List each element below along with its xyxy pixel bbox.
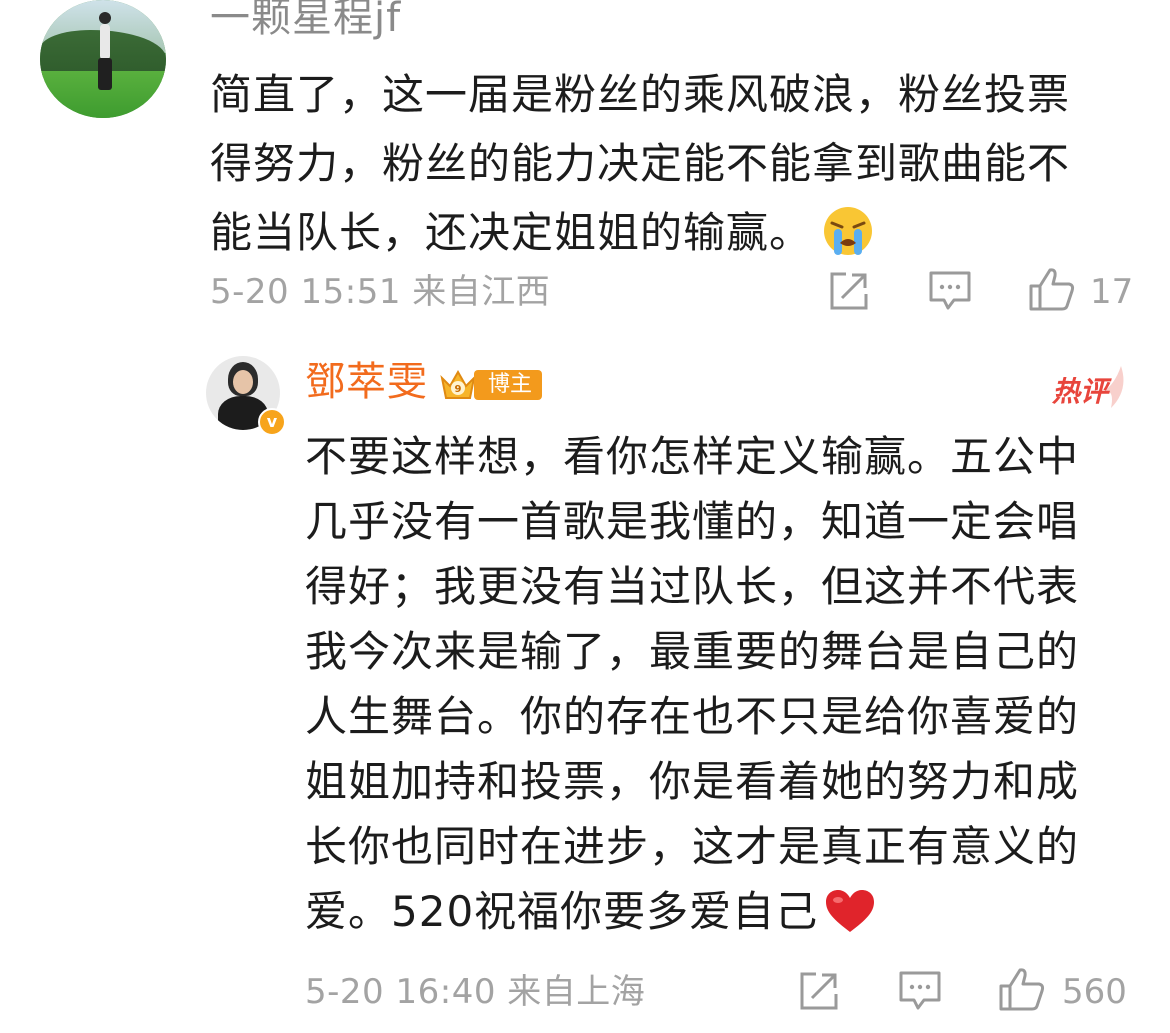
comment-line: 能当队长，还决定姐姐的输赢。 bbox=[210, 198, 1110, 267]
share-icon[interactable] bbox=[828, 270, 870, 312]
badge-label: 博主 bbox=[474, 370, 543, 400]
like-icon[interactable] bbox=[1028, 266, 1076, 312]
crying-face-emoji-icon bbox=[824, 207, 873, 255]
reply-text: 不要这样想，看你怎样定义输赢。五公中 几乎没有一首歌是我懂的，知道一定会唱 得好… bbox=[305, 424, 1125, 944]
svg-text:9: 9 bbox=[455, 384, 462, 395]
share-icon[interactable] bbox=[798, 970, 840, 1012]
crown-badge-icon: 9 bbox=[440, 369, 476, 399]
like-count: 17 bbox=[1090, 272, 1134, 312]
comment-icon[interactable] bbox=[898, 970, 942, 1012]
comment-line: 简直了，这一届是粉丝的乘风破浪，粉丝投票 bbox=[210, 70, 1071, 119]
reply-meta: 5-20 16:40 来自上海 bbox=[305, 972, 646, 1012]
reply-line: 姐姐加持和投票，你是看着她的努力和成 bbox=[305, 757, 1080, 806]
hot-comment-label: 热评 bbox=[1052, 375, 1109, 408]
comment-text: 简直了，这一届是粉丝的乘风破浪，粉丝投票 得努力，粉丝的能力决定能不能拿到歌曲能… bbox=[210, 60, 1110, 267]
reply-username[interactable]: 鄧萃雯 bbox=[305, 356, 428, 408]
reply-line: 爱。520祝福你要多爱自己 bbox=[305, 879, 1125, 944]
reply-line: 几乎没有一首歌是我懂的，知道一定会唱 bbox=[305, 497, 1080, 546]
comment-username[interactable]: 一颗星程jf bbox=[210, 0, 401, 44]
comment-line: 得努力，粉丝的能力决定能不能拿到歌曲能不 bbox=[210, 139, 1071, 188]
verified-v-icon: v bbox=[258, 408, 286, 436]
reply-line: 长你也同时在进步，这才是真正有意义的 bbox=[305, 822, 1080, 871]
like-icon[interactable] bbox=[998, 966, 1046, 1012]
reply-line: 人生舞台。你的存在也不只是给你喜爱的 bbox=[305, 692, 1080, 741]
red-heart-emoji-icon bbox=[826, 890, 875, 932]
reply-line: 得好；我更没有当过队长，但这并不代表 bbox=[305, 562, 1080, 611]
avatar[interactable] bbox=[40, 0, 166, 118]
comment-icon[interactable] bbox=[928, 270, 972, 312]
reply-line: 我今次来是输了，最重要的舞台是自己的 bbox=[305, 627, 1080, 676]
comment-meta: 5-20 15:51 来自江西 bbox=[210, 272, 551, 312]
reply-line: 不要这样想，看你怎样定义输赢。五公中 bbox=[305, 432, 1080, 481]
like-count: 560 bbox=[1062, 972, 1127, 1012]
